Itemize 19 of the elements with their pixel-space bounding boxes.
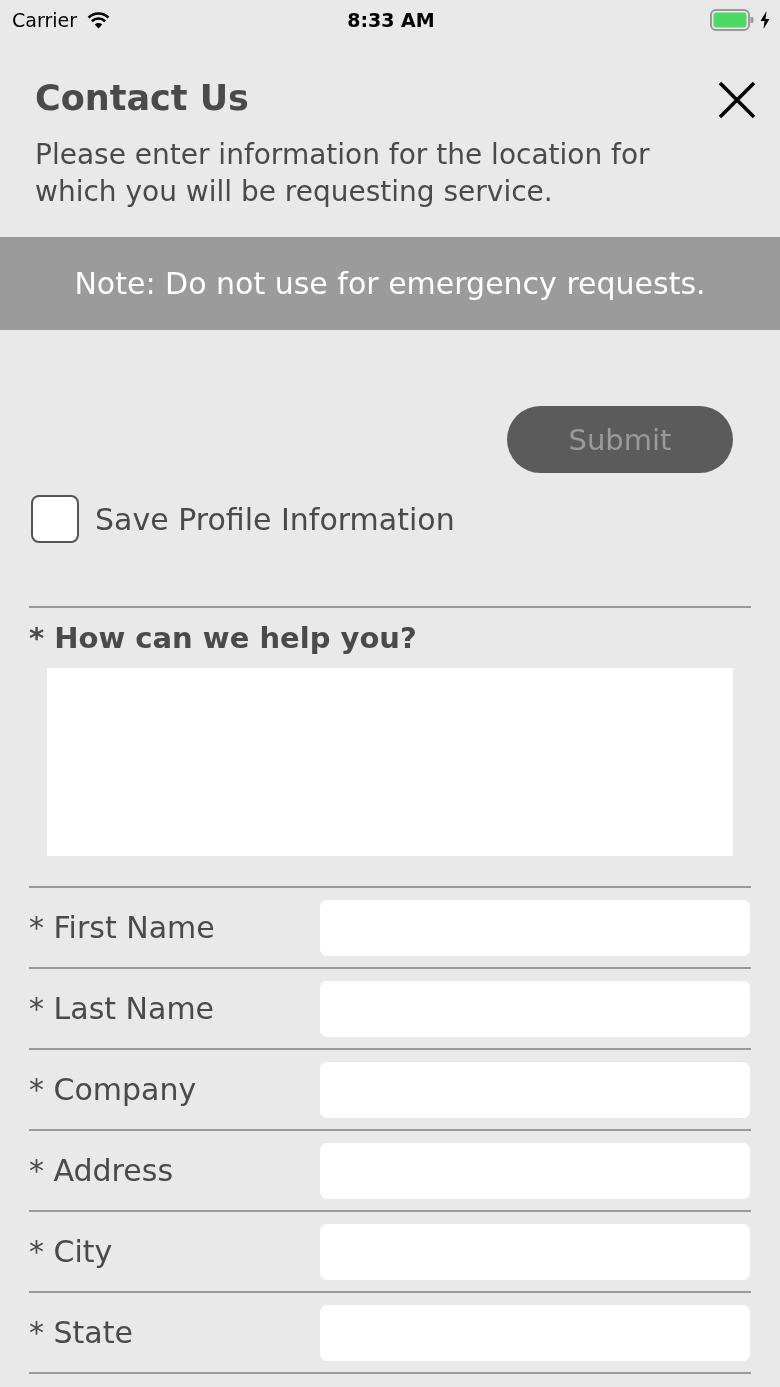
close-icon xyxy=(718,81,756,119)
field-label: * City xyxy=(29,1234,113,1269)
field-label: * How can we help you? xyxy=(29,620,418,656)
checkbox-label: Save Profile Information xyxy=(95,501,455,537)
instructions-text: Please enter information for the location for which you will be requesting service. xyxy=(35,137,651,210)
field-label: * Company xyxy=(29,1072,197,1107)
field-label: * Last Name xyxy=(29,991,215,1026)
page-title: Contact Us xyxy=(35,78,249,118)
carrier-label: Carrier xyxy=(12,9,77,31)
clock-time: 8:33 AM xyxy=(347,9,435,31)
charging-bolt-icon xyxy=(760,11,770,29)
field-label: * State xyxy=(29,1315,133,1350)
note-text: Note: Do not use for emergency requests. xyxy=(74,266,706,301)
close-button[interactable] xyxy=(718,81,756,119)
wifi-icon xyxy=(86,11,111,29)
battery-icon xyxy=(710,9,754,31)
field-label: * First Name xyxy=(29,910,215,945)
field-label: * Address xyxy=(29,1153,173,1188)
checkbox[interactable] xyxy=(31,495,79,543)
